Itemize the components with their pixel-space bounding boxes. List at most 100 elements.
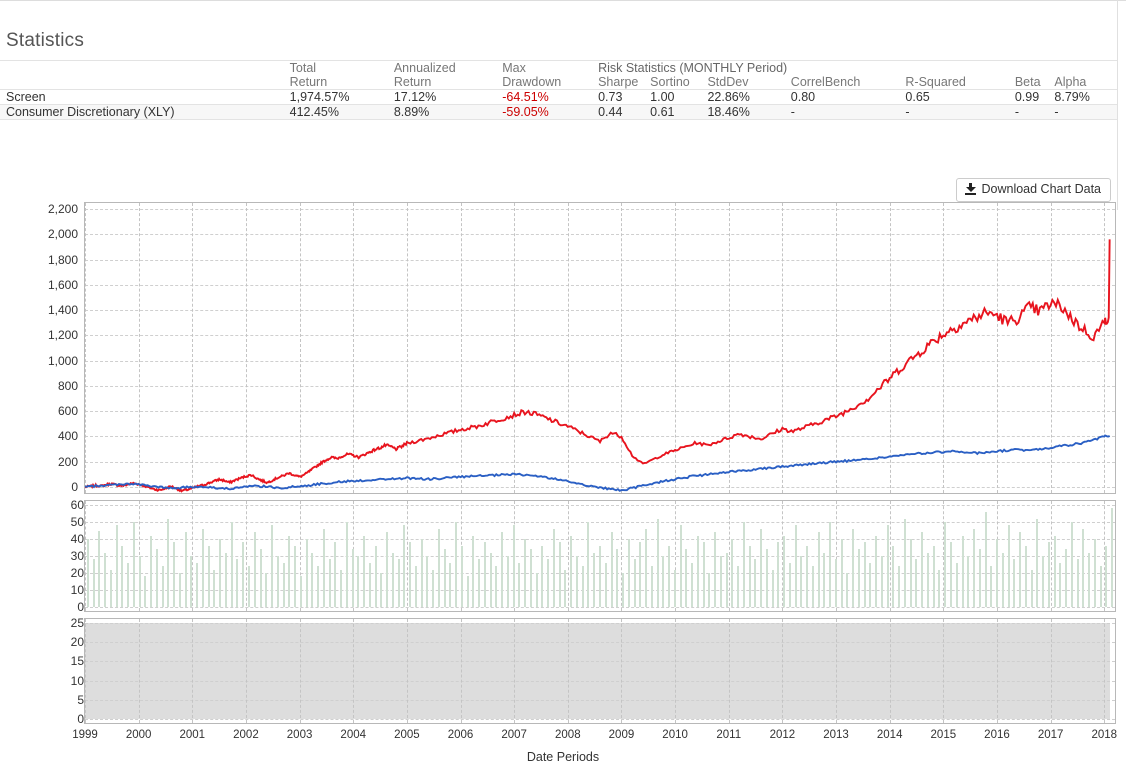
turnover-bar [219, 539, 222, 607]
subheader-correlbench: CorrelBench [790, 75, 861, 89]
cell-sharpe: 0.73 [598, 89, 651, 105]
download-icon [965, 183, 977, 196]
turnover-bar [1042, 556, 1045, 607]
turnover-bar [926, 552, 929, 607]
gridline [728, 619, 730, 723]
turnover-bar [92, 559, 95, 607]
turnover-bar [409, 542, 412, 607]
gridline [85, 619, 86, 723]
turnover-bar [869, 562, 872, 607]
turnover-bar [950, 542, 952, 607]
turnover-bar [938, 569, 941, 607]
download-button-label: Download Chart Data [981, 182, 1101, 196]
turnover-bar [662, 556, 665, 607]
turnover-bar [668, 545, 671, 607]
gridline [245, 619, 247, 723]
turnover-bar [144, 576, 147, 607]
page-title: Statistics [6, 30, 85, 51]
turnover-bar [806, 545, 809, 607]
turnover-bar [529, 549, 532, 607]
turnover-bar [1082, 528, 1085, 607]
turnover-bar [639, 542, 642, 607]
turnover-bar [1088, 552, 1091, 607]
x-tick-label: 2018 [1091, 729, 1118, 741]
positions-chart-panel[interactable] [84, 618, 1116, 724]
turnover-bar [898, 566, 901, 607]
turnover-bar [990, 566, 993, 607]
x-tick-label: 2015 [930, 729, 957, 741]
turnover-bar [518, 562, 521, 607]
x-tick-label: 2002 [233, 729, 259, 741]
return-chart-panel[interactable] [84, 202, 1116, 494]
y-tick-label: 1,000 [47, 353, 78, 368]
turnover-bar [714, 532, 717, 607]
y-tick-label: 40 [70, 532, 84, 546]
turnover-bar [311, 552, 314, 607]
y-tick-label: 200 [57, 454, 78, 469]
y-tick-label: 0 [77, 600, 84, 614]
x-tick-label: 2008 [555, 729, 581, 741]
turnover-bar [391, 552, 394, 607]
statistics-table: Total Annualized Max Risk Statistics (MO… [0, 60, 1117, 120]
turnover-bar [155, 549, 158, 607]
turnover-bar [368, 562, 371, 607]
turnover-bar [570, 535, 573, 607]
turnover-bar [299, 576, 302, 607]
return-y-ticks: 0 200 400 600 800 1,000 1,200 1,400 1,600 1,800 2,… [34, 202, 78, 494]
turnover-bar [967, 556, 970, 607]
turnover-bar [748, 545, 751, 607]
cell-rsquared: - [905, 104, 1015, 120]
turnover-bar [685, 549, 688, 607]
turnover-bar [915, 559, 918, 607]
turnover-bar [552, 528, 555, 607]
turnover-bar [259, 549, 262, 607]
download-chart-data-button[interactable]: Download Chart Data [956, 178, 1111, 202]
x-tick-label: 2014 [876, 729, 903, 741]
gridline [299, 619, 301, 723]
turnover-bar [201, 528, 204, 607]
y-tick-label: 60 [70, 498, 84, 512]
turnover-bar [754, 559, 757, 607]
turnover-bar [1007, 525, 1010, 607]
turnover-bar [449, 562, 452, 607]
turnover-bar [512, 525, 515, 607]
y-tick-label: 5 [77, 692, 84, 707]
x-tick-label: 2001 [179, 729, 206, 741]
turnover-bar [1105, 545, 1108, 607]
turnover-bar [558, 542, 561, 607]
turnover-bar [996, 539, 999, 607]
cell-stddev: 22.86% [707, 89, 791, 105]
cell-beta: - [1014, 104, 1055, 120]
turnover-bar [437, 528, 440, 607]
x-tick-label: 1999 [72, 729, 98, 741]
y-tick-label: 400 [57, 429, 78, 444]
turnover-bar [150, 535, 153, 607]
turnover-bar [213, 569, 216, 607]
turnover-bar [1065, 549, 1068, 607]
turnover-bar [771, 569, 774, 607]
turnover-bar [932, 545, 935, 607]
turnover-bar [109, 569, 112, 607]
turnover-bar [541, 545, 544, 607]
y-tick-label: 2,000 [47, 227, 78, 242]
turnover-bar [1053, 535, 1056, 607]
gridline [1050, 501, 1052, 611]
gridline [782, 619, 784, 723]
x-tick-label: 2007 [501, 729, 527, 741]
turnover-bar [121, 545, 124, 607]
turnover-bar [547, 559, 550, 607]
turnover-bar [506, 556, 509, 607]
turnover-bar [1093, 539, 1096, 607]
gridline [567, 619, 569, 723]
gridline [85, 607, 1115, 608]
turnover-bar [501, 532, 504, 607]
turnover-bar [903, 518, 906, 607]
turnover-bar [345, 522, 348, 607]
cell-max-drawdown: -64.51% [502, 89, 599, 105]
turnover-bar [731, 539, 734, 607]
turnover-chart-panel[interactable] [84, 500, 1116, 612]
turnover-bar [978, 549, 981, 607]
turnover-bar [610, 532, 613, 607]
turnover-bar [1111, 508, 1114, 607]
gridline [728, 501, 730, 611]
